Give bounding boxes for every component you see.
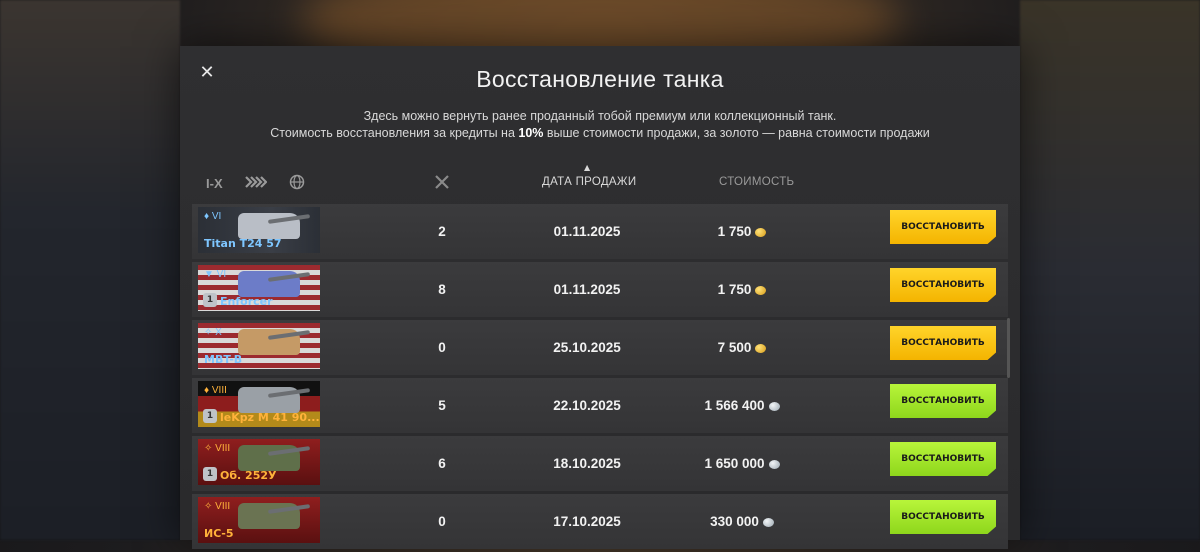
tank-type-icon[interactable] — [244, 175, 268, 192]
table-row[interactable]: ✧ VIII 1 Об. 252У 6 18.10.2025 1 650 000… — [192, 436, 1008, 491]
restore-cost-value: 7 500 — [717, 340, 752, 355]
sale-date: 25.10.2025 — [553, 340, 621, 355]
sale-date: 01.11.2025 — [553, 224, 621, 239]
sale-date-column-header[interactable]: ДАТА ПРОДАЖИ — [542, 176, 636, 188]
restore-button[interactable]: ВОССТАНОВИТЬ — [890, 326, 996, 360]
tank-tier: ✧ VIII — [204, 501, 231, 512]
restore-cost: 1 750 — [682, 262, 802, 317]
credits-coin-icon — [768, 402, 780, 411]
tank-card: ✧ VIII ИС-5 — [198, 497, 320, 543]
restore-tank-dialog: ✕ Восстановление танка Здесь можно верну… — [180, 46, 1020, 549]
scrollbar[interactable] — [1007, 318, 1010, 378]
gold-coin-icon — [755, 228, 767, 237]
tank-name: Об. 252У — [220, 469, 277, 482]
tier-filter[interactable]: I-X — [206, 176, 223, 191]
battles-count: 2 — [438, 224, 446, 239]
description-line-2: Стоимость восстановления за кредиты на 1… — [270, 126, 930, 140]
battles-count: 8 — [438, 282, 446, 297]
restore-cost: 330 000 — [682, 494, 802, 549]
table-row[interactable]: ▼ VI 1 Enforcer 8 01.11.2025 1 750 ВОССТ… — [192, 262, 1008, 317]
dialog-title: Восстановление танка — [476, 66, 724, 92]
restore-button[interactable]: ВОССТАНОВИТЬ — [890, 442, 996, 476]
tank-tier: ✧ X — [204, 327, 222, 338]
tank-tier: ♦ VIII — [204, 385, 227, 396]
tank-name: MBT-B — [204, 353, 243, 366]
restore-button[interactable]: ВОССТАНОВИТЬ — [890, 384, 996, 418]
sort-ascending-icon: ▲ — [584, 163, 591, 172]
sale-date: 18.10.2025 — [553, 456, 621, 471]
tank-card: ♦ VIII 1 leKpz M 41 90... — [198, 381, 320, 427]
description-line-1: Здесь можно вернуть ранее проданный тобо… — [363, 109, 837, 123]
restore-cost-value: 1 750 — [717, 282, 752, 297]
tank-badge: 1 — [203, 467, 217, 481]
tank-tier: ♦ VI — [204, 211, 222, 222]
tank-name: Titan T24 57 — [204, 237, 282, 250]
table-row[interactable]: ✧ VIII ИС-5 0 17.10.2025 330 000 ВОССТАН… — [192, 494, 1008, 549]
restore-button[interactable]: ВОССТАНОВИТЬ — [890, 210, 996, 244]
cost-column-header[interactable]: СТОИМОСТЬ — [719, 176, 794, 188]
tank-card: ▼ VI 1 Enforcer — [198, 265, 320, 311]
restore-cost-value: 1 566 400 — [704, 398, 765, 413]
tank-list: ♦ VI Titan T24 57 2 01.11.2025 1 750 ВОС… — [192, 204, 1008, 552]
tank-name: leKpz M 41 90... — [220, 411, 320, 424]
tank-name: Enforcer — [220, 295, 273, 308]
restore-button[interactable]: ВОССТАНОВИТЬ — [890, 500, 996, 534]
tank-name: ИС-5 — [204, 527, 234, 540]
tank-badge: 1 — [203, 409, 217, 423]
credits-coin-icon — [762, 518, 774, 527]
table-row[interactable]: ♦ VI Titan T24 57 2 01.11.2025 1 750 ВОС… — [192, 204, 1008, 259]
restore-cost: 1 750 — [682, 204, 802, 259]
restore-cost-value: 1 650 000 — [704, 456, 765, 471]
restore-cost: 1 650 000 — [682, 436, 802, 491]
credits-coin-icon — [768, 460, 780, 469]
restore-cost-value: 330 000 — [710, 514, 759, 529]
background-left — [0, 0, 180, 540]
globe-icon[interactable] — [289, 174, 305, 193]
tank-card: ✧ X MBT-B — [198, 323, 320, 369]
battles-count: 0 — [438, 340, 446, 355]
dialog-description: Здесь можно вернуть ранее проданный тобо… — [180, 108, 1020, 142]
restore-button[interactable]: ВОССТАНОВИТЬ — [890, 268, 996, 302]
gold-coin-icon — [755, 344, 767, 353]
battles-count: 0 — [438, 514, 446, 529]
tank-tier: ▼ VI — [204, 269, 227, 280]
filter-bar: I-X — [206, 172, 305, 194]
table-row[interactable]: ✧ X MBT-B 0 25.10.2025 7 500 ВОССТАНОВИТ… — [192, 320, 1008, 375]
tank-card: ✧ VIII 1 Об. 252У — [198, 439, 320, 485]
sale-date: 17.10.2025 — [553, 514, 621, 529]
battles-count: 6 — [438, 456, 446, 471]
restore-cost-value: 1 750 — [717, 224, 752, 239]
tank-tier: ✧ VIII — [204, 443, 231, 454]
table-row[interactable]: ♦ VIII 1 leKpz M 41 90... 5 22.10.2025 1… — [192, 378, 1008, 433]
gold-coin-icon — [755, 286, 767, 295]
restore-cost: 7 500 — [682, 320, 802, 375]
tank-badge: 1 — [203, 293, 217, 307]
battles-crossed-swords-icon[interactable] — [434, 174, 450, 193]
background-right — [1020, 0, 1200, 540]
restore-cost: 1 566 400 — [682, 378, 802, 433]
battles-count: 5 — [438, 398, 446, 413]
tank-card: ♦ VI Titan T24 57 — [198, 207, 320, 253]
sale-date: 01.11.2025 — [553, 282, 621, 297]
sale-date: 22.10.2025 — [553, 398, 621, 413]
